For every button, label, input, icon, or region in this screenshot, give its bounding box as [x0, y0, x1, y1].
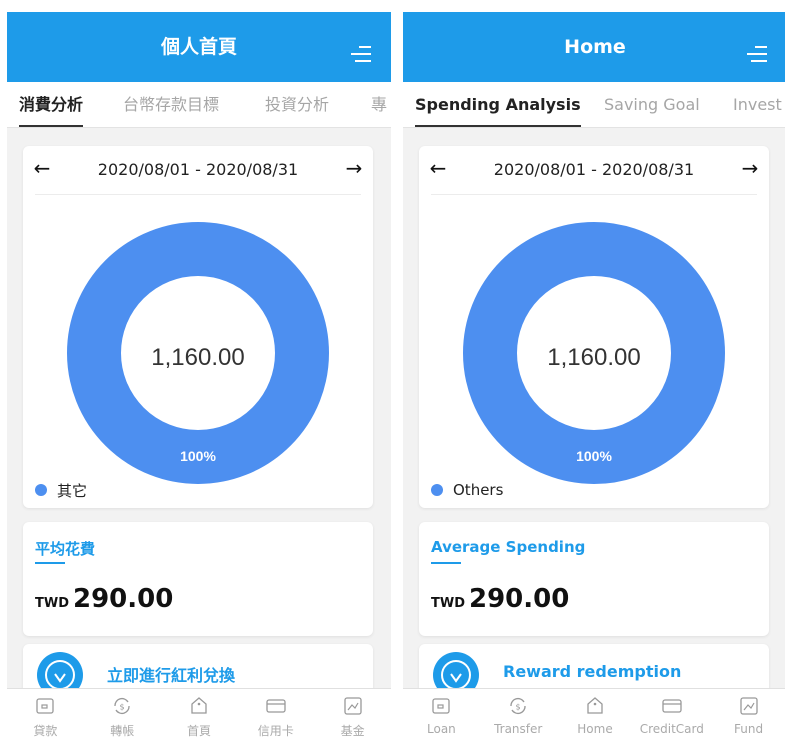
nav-transfer[interactable]: $ 轉帳	[84, 689, 161, 742]
spending-chart-card: ← 2020/08/01 - 2020/08/31 → 1,160.00 100…	[23, 146, 373, 508]
reward-redemption-link[interactable]: Reward redemption	[503, 662, 681, 681]
title-underline	[35, 562, 65, 564]
bottom-navigation: Loan $ Transfer Home CreditCard Fund	[403, 688, 785, 742]
nav-home[interactable]: Home	[557, 689, 634, 742]
nav-credit-card[interactable]: CreditCard	[633, 689, 710, 742]
currency-code: TWD	[431, 596, 465, 611]
average-spending-title: Average Spending	[431, 538, 586, 556]
fund-chart-icon	[343, 697, 362, 715]
donut-percent-label: 100%	[180, 448, 216, 464]
divider	[431, 194, 757, 195]
nav-loan[interactable]: Loan	[403, 689, 480, 742]
legend-label: 其它	[57, 481, 88, 500]
svg-text:$: $	[516, 703, 521, 712]
home-icon	[587, 697, 603, 714]
spending-chart-card: ← 2020/08/01 - 2020/08/31 → 1,160.00 100…	[419, 146, 769, 508]
currency-code: TWD	[35, 596, 69, 611]
home-icon	[191, 697, 207, 714]
donut-total: 1,160.00	[547, 344, 640, 371]
tab-invest[interactable]: Invest	[733, 82, 782, 127]
divider	[35, 194, 361, 195]
app-header: 個人首頁	[7, 12, 391, 82]
average-spending-value: 290.00	[469, 584, 570, 614]
nav-loan[interactable]: 貸款	[7, 689, 84, 742]
fund-chart-icon	[739, 697, 758, 715]
average-spending-amount: TWD 290.00	[431, 584, 569, 614]
date-navigator: ← 2020/08/01 - 2020/08/31 →	[419, 146, 769, 194]
average-spending-card: Average Spending TWD 290.00	[419, 522, 769, 636]
previous-period-arrow-icon[interactable]: ←	[28, 156, 56, 180]
date-range: 2020/08/01 - 2020/08/31	[97, 160, 299, 179]
legend-label: Others	[453, 481, 504, 499]
svg-text:$: $	[120, 703, 125, 712]
tab-spending-analysis[interactable]: Spending Analysis	[415, 82, 581, 127]
title-underline	[431, 562, 461, 564]
chart-legend: Others	[431, 478, 503, 502]
nav-label-credit-card: 信用卡	[257, 724, 294, 738]
next-period-arrow-icon[interactable]: →	[736, 156, 764, 180]
chart-legend: 其它	[35, 478, 87, 502]
tab-overflow[interactable]: 專	[371, 82, 387, 127]
transfer-icon: $	[114, 698, 130, 714]
nav-label-credit-card: CreditCard	[639, 722, 704, 736]
donut-percent-label: 100%	[576, 448, 612, 464]
previous-period-arrow-icon[interactable]: ←	[424, 156, 452, 180]
tab-spending-analysis[interactable]: 消費分析	[19, 82, 84, 127]
average-spending-title: 平均花費	[35, 540, 96, 558]
nav-fund[interactable]: Fund	[710, 689, 785, 742]
phone-screen-english: Home Spending Analysis Saving Goal Inves…	[403, 12, 785, 742]
average-spending-card: 平均花費 TWD 290.00	[23, 522, 373, 636]
spending-donut-chart: 1,160.00 100%	[463, 222, 725, 484]
date-range: 2020/08/01 - 2020/08/31	[493, 160, 695, 179]
credit-card-icon	[662, 699, 682, 713]
legend-dot	[431, 484, 443, 496]
nav-label-transfer: 轉帳	[110, 724, 135, 738]
page-title: 個人首頁	[160, 36, 237, 58]
tab-bar: 消費分析 台幣存款目標 投資分析 專	[7, 82, 391, 128]
bottom-navigation: 貸款 $ 轉帳 首頁 信用卡 基金	[7, 688, 391, 742]
average-spending-amount: TWD 290.00	[35, 584, 173, 614]
date-navigator: ← 2020/08/01 - 2020/08/31 →	[23, 146, 373, 194]
reward-redemption-link[interactable]: 立即進行紅利兌換	[107, 662, 235, 686]
app-header: Home	[403, 12, 785, 82]
nav-home[interactable]: 首頁	[161, 689, 238, 742]
page-title: Home	[564, 36, 626, 58]
nav-label-transfer: Transfer	[494, 722, 543, 736]
tab-bar: Spending Analysis Saving Goal Invest	[403, 82, 785, 128]
legend-dot	[35, 484, 47, 496]
average-spending-value: 290.00	[73, 584, 174, 614]
transfer-icon: $	[510, 698, 526, 714]
nav-label-home: 首頁	[186, 724, 211, 738]
nav-label-home: Home	[577, 722, 613, 736]
nav-label-loan: Loan	[427, 722, 456, 736]
nav-credit-card[interactable]: 信用卡	[237, 689, 314, 742]
nav-label-loan: 貸款	[33, 724, 58, 738]
wallet-icon	[432, 698, 451, 714]
phone-screen-chinese: 個人首頁 消費分析 台幣存款目標 投資分析 專 ← 2020/08/01 - 2…	[7, 12, 391, 742]
menu-icon[interactable]	[349, 46, 371, 66]
nav-label-fund: 基金	[340, 724, 365, 738]
nav-label-fund: Fund	[734, 722, 764, 736]
tab-saving-goal[interactable]: Saving Goal	[604, 82, 700, 127]
next-period-arrow-icon[interactable]: →	[340, 156, 368, 180]
credit-card-icon	[266, 699, 286, 713]
tab-investment-analysis[interactable]: 投資分析	[265, 82, 329, 127]
wallet-icon	[36, 698, 55, 714]
spending-donut-chart: 1,160.00 100%	[67, 222, 329, 484]
menu-icon[interactable]	[745, 46, 767, 66]
tab-saving-goal[interactable]: 台幣存款目標	[123, 82, 219, 127]
nav-transfer[interactable]: $ Transfer	[480, 689, 557, 742]
nav-fund[interactable]: 基金	[314, 689, 391, 742]
donut-total: 1,160.00	[151, 344, 244, 371]
